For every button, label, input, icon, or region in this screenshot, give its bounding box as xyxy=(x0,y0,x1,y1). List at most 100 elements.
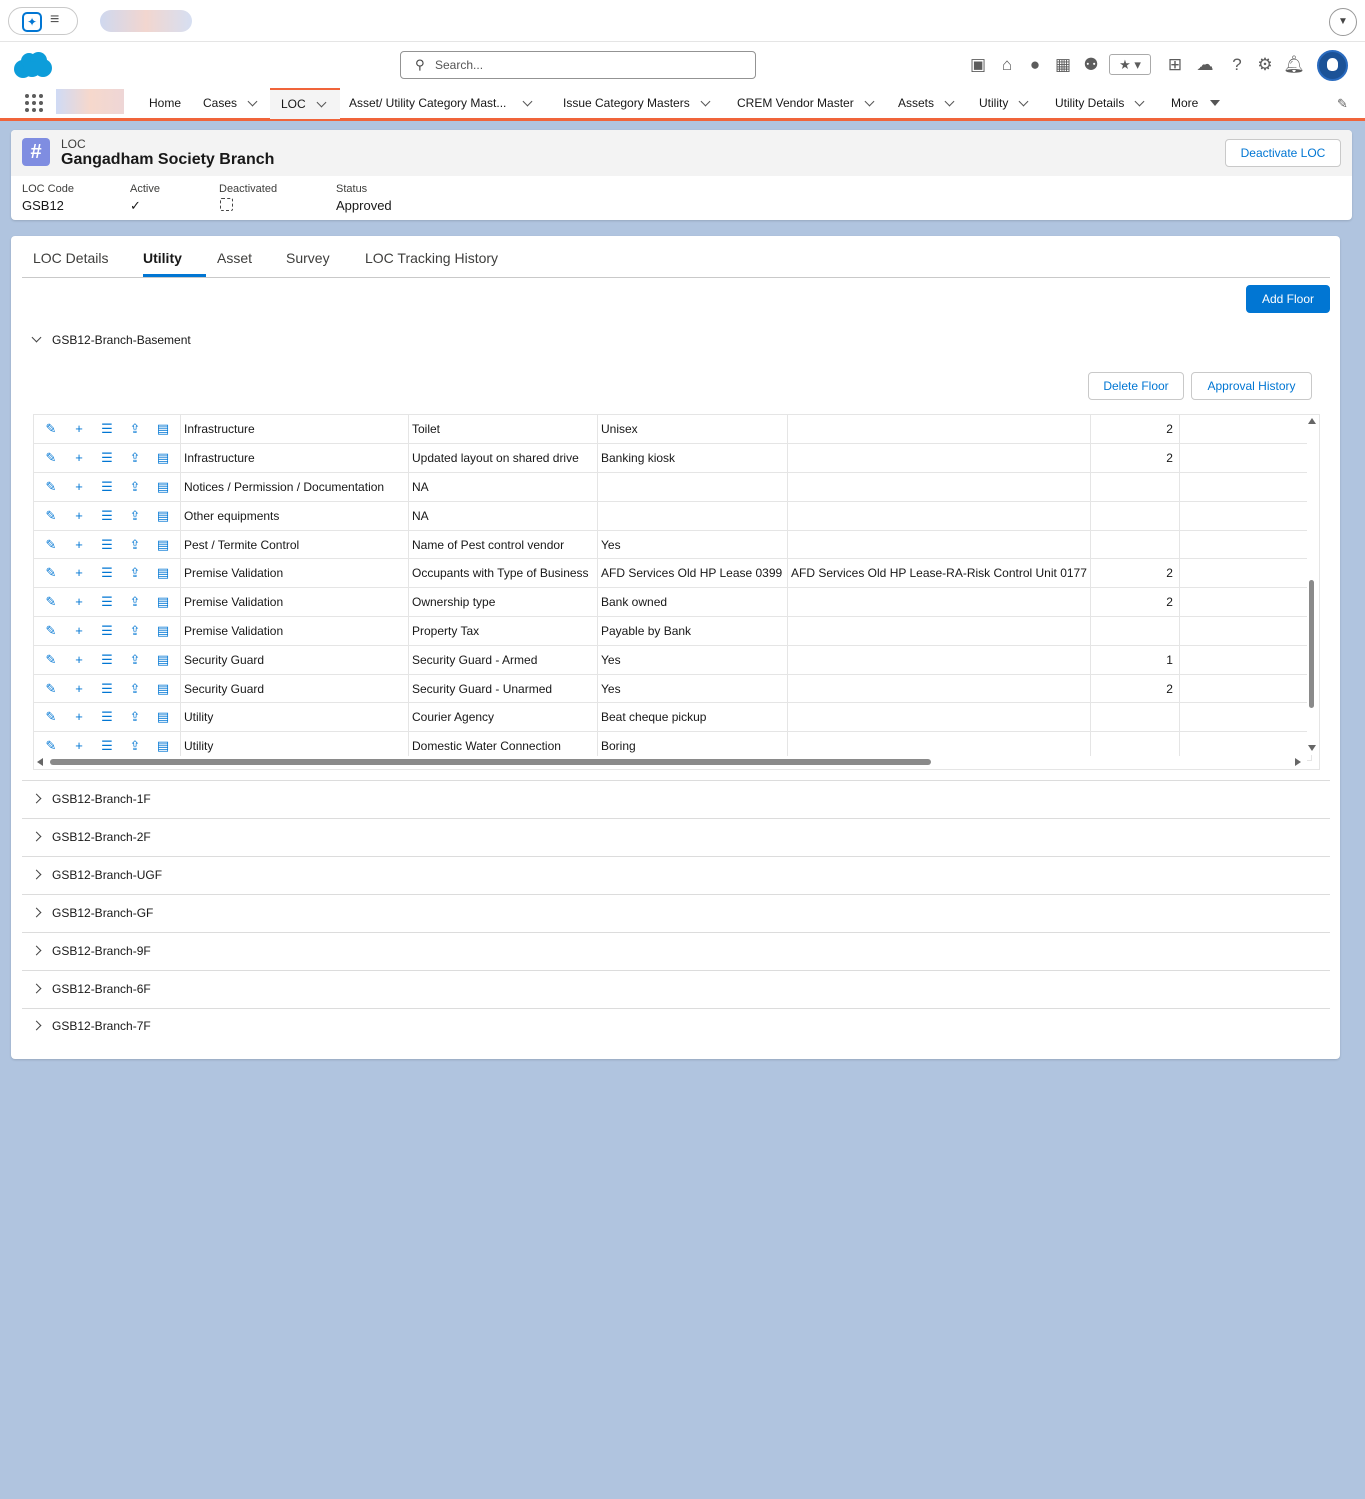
list-icon[interactable]: ☰ xyxy=(96,565,118,581)
nav-item-assets[interactable]: Assets xyxy=(898,88,955,119)
edit-icon[interactable]: ✎ xyxy=(40,738,62,754)
blurred-tab[interactable] xyxy=(100,10,192,32)
nav-item-utility[interactable]: Utility xyxy=(979,88,1029,119)
add-icon[interactable]: + xyxy=(68,450,90,465)
horizontal-scrollbar[interactable] xyxy=(34,756,1307,769)
edit-icon[interactable]: ✎ xyxy=(40,479,62,495)
avatar[interactable] xyxy=(1317,50,1348,81)
list-icon[interactable]: ☰ xyxy=(96,652,118,668)
edit-icon[interactable]: ✎ xyxy=(40,421,62,437)
chevron-down-icon[interactable] xyxy=(864,96,875,107)
deactivate-loc-button[interactable]: Deactivate LOC xyxy=(1225,139,1341,167)
global-search[interactable]: ⚲ xyxy=(400,51,756,79)
floor-section[interactable]: GSB12-Branch-6F xyxy=(31,982,151,996)
add-icon[interactable]: + xyxy=(68,623,90,638)
edit-icon[interactable]: ✎ xyxy=(40,450,62,466)
delete-floor-button[interactable]: Delete Floor xyxy=(1088,372,1184,400)
chevron-right-icon[interactable] xyxy=(31,831,42,842)
chevron-right-icon[interactable] xyxy=(31,869,42,880)
scroll-left-icon[interactable] xyxy=(37,758,43,766)
add-icon[interactable]: + xyxy=(68,479,90,494)
home-icon[interactable]: ⌂ xyxy=(996,54,1018,76)
add-floor-button[interactable]: Add Floor xyxy=(1246,285,1330,313)
floor-section[interactable]: GSB12-Branch-7F xyxy=(31,1019,151,1033)
calendar-icon[interactable]: ▤ xyxy=(152,652,174,668)
upload-icon[interactable]: ⇪ xyxy=(124,709,146,725)
floor-section[interactable]: GSB12-Branch-9F xyxy=(31,944,151,958)
add-icon[interactable]: + xyxy=(68,594,90,609)
assistant-menu-pill[interactable]: ✦ ≡ xyxy=(8,7,78,35)
caret-down-icon[interactable] xyxy=(1210,100,1221,106)
chevron-down-icon[interactable] xyxy=(1134,96,1145,107)
chevron-down-icon[interactable] xyxy=(944,96,955,107)
add-icon[interactable]: + xyxy=(68,681,90,696)
horizontal-scroll-thumb[interactable] xyxy=(50,759,931,765)
list-icon[interactable]: ☰ xyxy=(96,709,118,725)
nav-item-cases[interactable]: Cases xyxy=(203,88,258,119)
floor-section[interactable]: GSB12-Branch-UGF xyxy=(31,868,162,882)
floor-section-basement[interactable]: GSB12-Branch-Basement xyxy=(31,332,191,347)
chevron-right-icon[interactable] xyxy=(31,945,42,956)
salesforce-logo[interactable] xyxy=(14,52,52,78)
add-icon[interactable]: + xyxy=(68,738,90,753)
nav-item-loc[interactable]: LOC xyxy=(270,88,340,119)
list-icon[interactable]: ☰ xyxy=(96,537,118,553)
approval-history-button[interactable]: Approval History xyxy=(1191,372,1312,400)
app-launcher-icon[interactable] xyxy=(25,94,45,114)
edit-nav-icon[interactable]: ✎ xyxy=(1337,96,1348,112)
cloud-icon[interactable]: ☁ xyxy=(1194,54,1216,76)
chevron-down-icon[interactable] xyxy=(31,332,42,343)
list-icon[interactable]: ☰ xyxy=(96,508,118,524)
calendar-icon[interactable]: ▤ xyxy=(152,709,174,725)
upload-icon[interactable]: ⇪ xyxy=(124,681,146,697)
nav-item-more[interactable]: More xyxy=(1171,88,1221,119)
help-icon[interactable]: ? xyxy=(1226,54,1248,76)
gear-icon[interactable]: ⚙ xyxy=(1254,54,1276,76)
vertical-scrollbar[interactable] xyxy=(1307,415,1319,755)
tab-loc-tracking-history[interactable]: LOC Tracking History xyxy=(365,250,498,266)
list-icon[interactable]: ☰ xyxy=(96,594,118,610)
calendar-icon[interactable]: ▤ xyxy=(152,565,174,581)
chevron-down-icon[interactable]: ▼ xyxy=(1329,8,1357,36)
calendar-icon[interactable]: ▤ xyxy=(152,738,174,754)
bell-icon[interactable]: 🔔︎ xyxy=(1283,54,1305,76)
calendar-icon[interactable]: ▤ xyxy=(152,594,174,610)
floor-section[interactable]: GSB12-Branch-1F xyxy=(31,792,151,806)
calendar-icon[interactable]: ▤ xyxy=(152,479,174,495)
upload-icon[interactable]: ⇪ xyxy=(124,652,146,668)
calendar-icon[interactable]: ▤ xyxy=(152,508,174,524)
edit-icon[interactable]: ✎ xyxy=(40,537,62,553)
list-icon[interactable]: ☰ xyxy=(96,450,118,466)
calendar-icon[interactable]: ▤ xyxy=(152,623,174,639)
add-icon[interactable]: + xyxy=(68,508,90,523)
upload-icon[interactable]: ⇪ xyxy=(124,508,146,524)
add-icon[interactable]: ⊞ xyxy=(1164,54,1186,76)
upload-icon[interactable]: ⇪ xyxy=(124,623,146,639)
tab-loc-details[interactable]: LOC Details xyxy=(33,250,108,266)
search-input[interactable] xyxy=(435,56,735,74)
chevron-down-icon[interactable] xyxy=(247,96,258,107)
edit-icon[interactable]: ✎ xyxy=(40,681,62,697)
calendar-icon[interactable]: ▤ xyxy=(152,450,174,466)
calendar-icon[interactable]: ▤ xyxy=(152,537,174,553)
favorites-icon[interactable]: ★ ▾ xyxy=(1109,54,1151,75)
floor-section[interactable]: GSB12-Branch-GF xyxy=(31,906,153,920)
edit-icon[interactable]: ✎ xyxy=(40,652,62,668)
scroll-up-icon[interactable] xyxy=(1308,418,1316,424)
calendar-icon[interactable]: ▤ xyxy=(152,681,174,697)
hamburger-icon[interactable]: ≡ xyxy=(50,11,59,29)
edit-icon[interactable]: ✎ xyxy=(40,508,62,524)
nav-item-home[interactable]: Home xyxy=(149,88,181,119)
add-icon[interactable]: + xyxy=(68,565,90,580)
list-icon[interactable]: ☰ xyxy=(96,421,118,437)
upload-icon[interactable]: ⇪ xyxy=(124,421,146,437)
tab-asset[interactable]: Asset xyxy=(217,250,252,266)
vertical-scroll-thumb[interactable] xyxy=(1309,580,1314,708)
chevron-right-icon[interactable] xyxy=(31,983,42,993)
upload-icon[interactable]: ⇪ xyxy=(124,565,146,581)
edit-icon[interactable]: ✎ xyxy=(40,709,62,725)
chevron-down-icon[interactable] xyxy=(316,97,327,108)
scroll-down-icon[interactable] xyxy=(1308,745,1316,751)
add-icon[interactable]: + xyxy=(68,652,90,667)
add-icon[interactable]: + xyxy=(68,537,90,552)
